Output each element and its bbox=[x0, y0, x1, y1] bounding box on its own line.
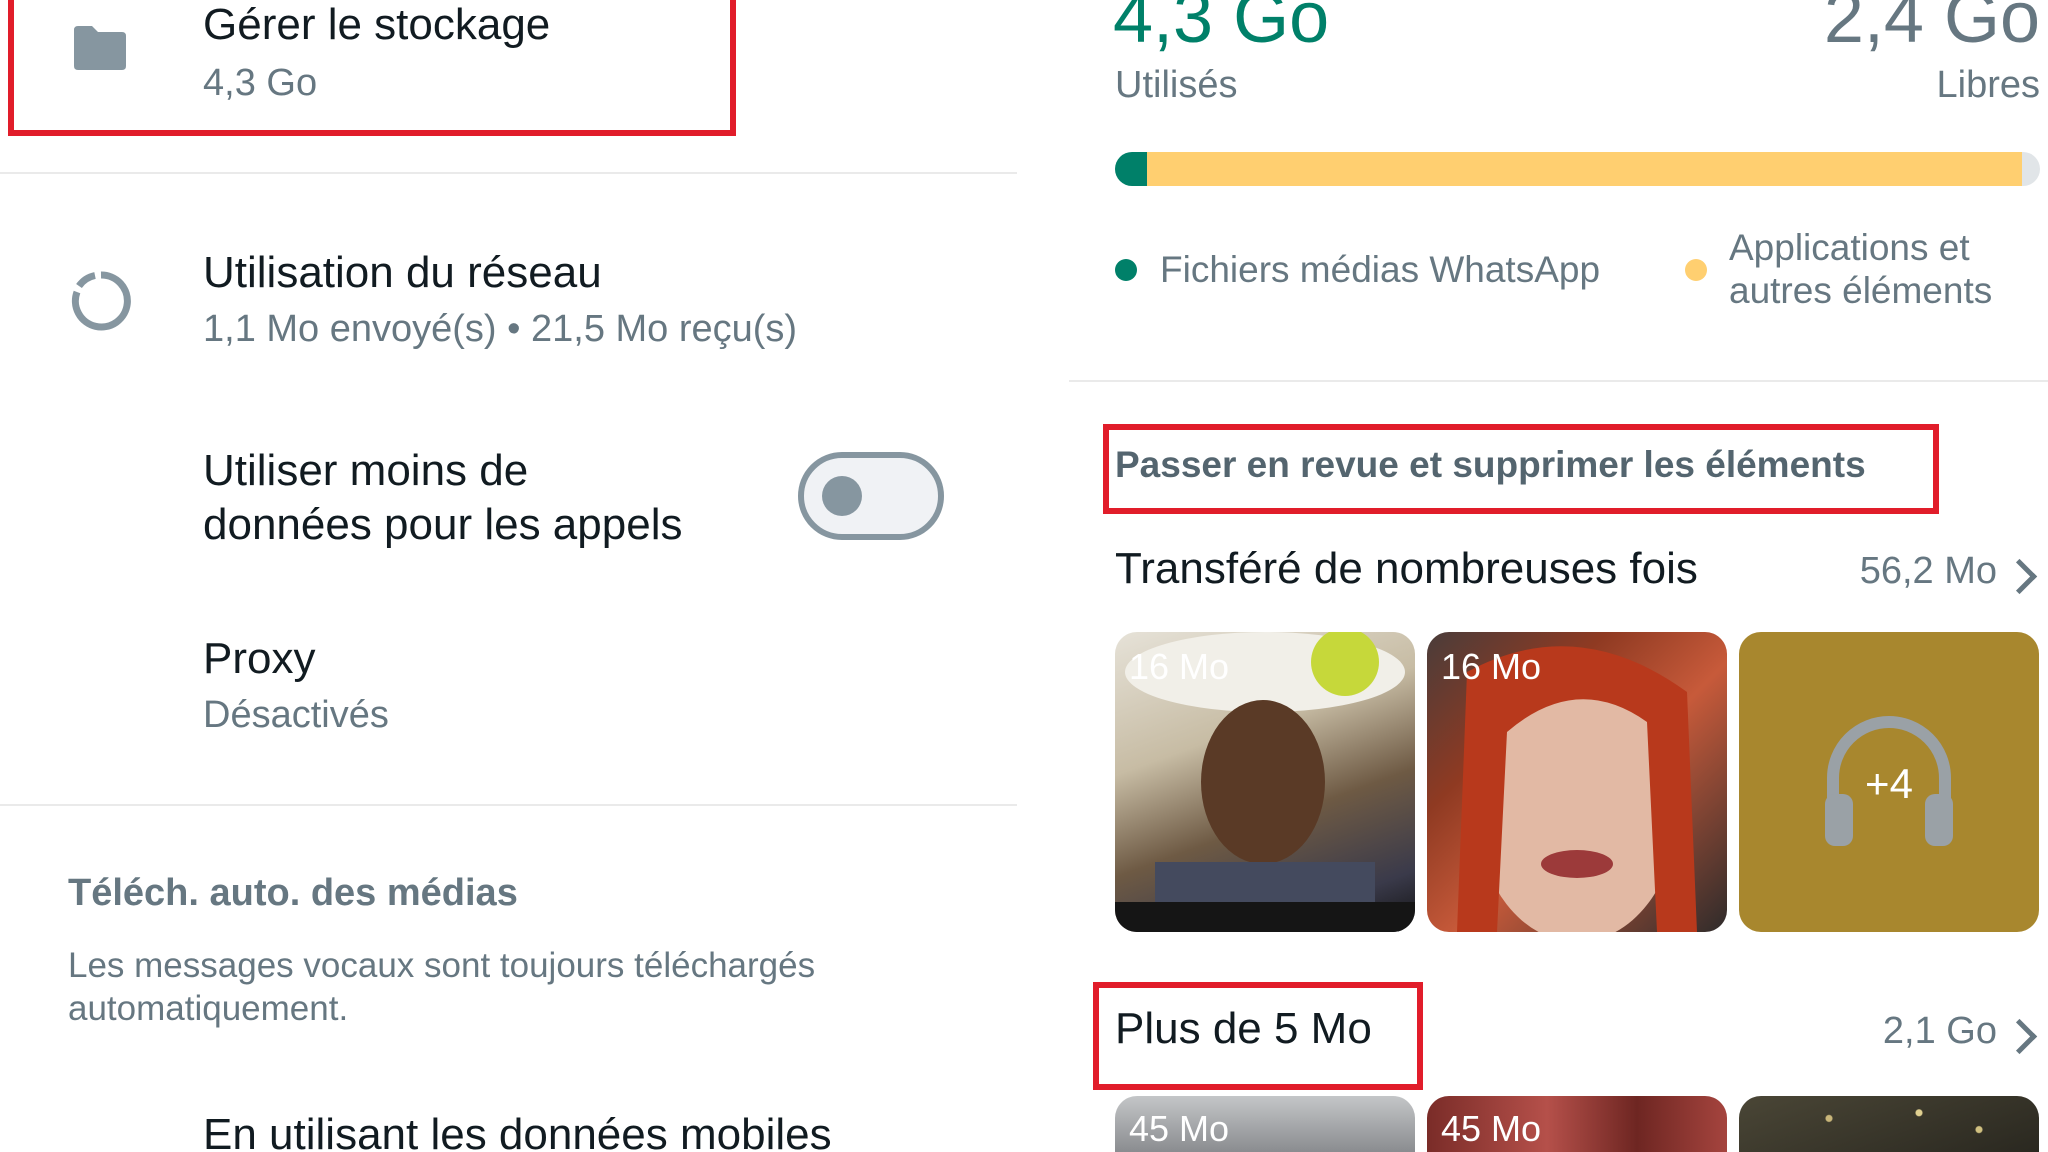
media-thumbnail-video[interactable]: 16 Mo bbox=[1427, 632, 1727, 932]
less-data-toggle[interactable] bbox=[798, 452, 944, 540]
media-thumbnail-video[interactable]: 16 Mo bbox=[1115, 632, 1415, 932]
legend-apps-line2: autres éléments bbox=[1729, 270, 1993, 311]
tile-size-label: 16 Mo bbox=[1129, 646, 1230, 687]
legend-dot-apps bbox=[1685, 259, 1707, 281]
highlight-box-review bbox=[1103, 424, 1939, 514]
forwarded-many-times-row[interactable]: Transféré de nombreuses fois 56,2 Mo bbox=[1069, 536, 2048, 606]
proxy-title: Proxy bbox=[203, 634, 316, 683]
forwarded-size: 56,2 Mo bbox=[1859, 550, 1997, 592]
divider bbox=[1069, 380, 2048, 382]
chevron-right-icon bbox=[2001, 558, 2038, 595]
usage-bar-apps bbox=[1147, 152, 2022, 186]
used-storage-label: Utilisés bbox=[1115, 64, 1238, 106]
legend-apps-line1: Applications et bbox=[1729, 227, 1970, 268]
less-data-calls-row[interactable]: Utiliser moins de données pour les appel… bbox=[0, 440, 1017, 560]
media-thumbnail-video[interactable]: 45 Mo bbox=[1115, 1096, 1415, 1152]
settings-panel: Gérer le stockage 4,3 Go Utilisation du … bbox=[0, 0, 1017, 1152]
less-data-line1: Utiliser moins de bbox=[203, 446, 529, 495]
network-usage-summary: 1,1 Mo envoyé(s) • 21,5 Mo reçu(s) bbox=[203, 308, 798, 350]
storage-panel: 4,3 Go Utilisés 2,4 Go Libres Fichiers m… bbox=[1069, 0, 2048, 1152]
mobile-data-row[interactable]: En utilisant les données mobiles bbox=[203, 1110, 832, 1152]
media-thumbnail-audio[interactable]: +4 bbox=[1739, 632, 2039, 932]
free-storage-label: Libres bbox=[1936, 64, 2041, 106]
tile-size-label: 45 Mo bbox=[1129, 1108, 1230, 1149]
proxy-row[interactable]: Proxy Désactivés bbox=[0, 630, 1017, 750]
forwarded-title: Transféré de nombreuses fois bbox=[1115, 544, 1698, 593]
tile-size-label: 45 Mo bbox=[1441, 1108, 1542, 1149]
legend-dot-whatsapp bbox=[1115, 259, 1137, 281]
network-usage-row[interactable]: Utilisation du réseau 1,1 Mo envoyé(s) •… bbox=[0, 230, 1017, 370]
storage-usage-bar bbox=[1115, 152, 2040, 186]
media-autodownload-desc-1: Les messages vocaux sont toujours téléch… bbox=[68, 946, 816, 985]
media-autodownload-desc-2: automatiquement. bbox=[68, 989, 349, 1028]
media-thumbnail-video[interactable]: 45 Mo bbox=[1427, 1096, 1727, 1152]
free-storage-value: 2,4 Go bbox=[1823, 0, 2040, 58]
toggle-knob bbox=[822, 476, 862, 516]
more-items-count: +4 bbox=[1865, 760, 1913, 807]
less-data-line2: données pour les appels bbox=[203, 500, 683, 549]
highlight-box-storage bbox=[8, 0, 736, 136]
chevron-right-icon bbox=[2001, 1018, 2038, 1055]
media-autodownload-header: Téléch. auto. des médias bbox=[68, 872, 518, 914]
legend-whatsapp-media: Fichiers médias WhatsApp bbox=[1160, 249, 1601, 290]
divider bbox=[0, 804, 1017, 806]
tile-size-label: 16 Mo bbox=[1441, 646, 1542, 687]
divider bbox=[0, 172, 1017, 174]
used-storage-value: 4,3 Go bbox=[1113, 0, 1330, 58]
usage-bar-whatsapp bbox=[1115, 152, 1148, 186]
data-usage-icon bbox=[70, 270, 132, 337]
network-usage-title: Utilisation du réseau bbox=[203, 248, 602, 297]
highlight-box-large bbox=[1093, 982, 1423, 1090]
proxy-status: Désactivés bbox=[203, 694, 389, 736]
media-thumbnail-image[interactable] bbox=[1739, 1096, 2039, 1152]
larger-than-5mb-size: 2,1 Go bbox=[1882, 1010, 1997, 1052]
